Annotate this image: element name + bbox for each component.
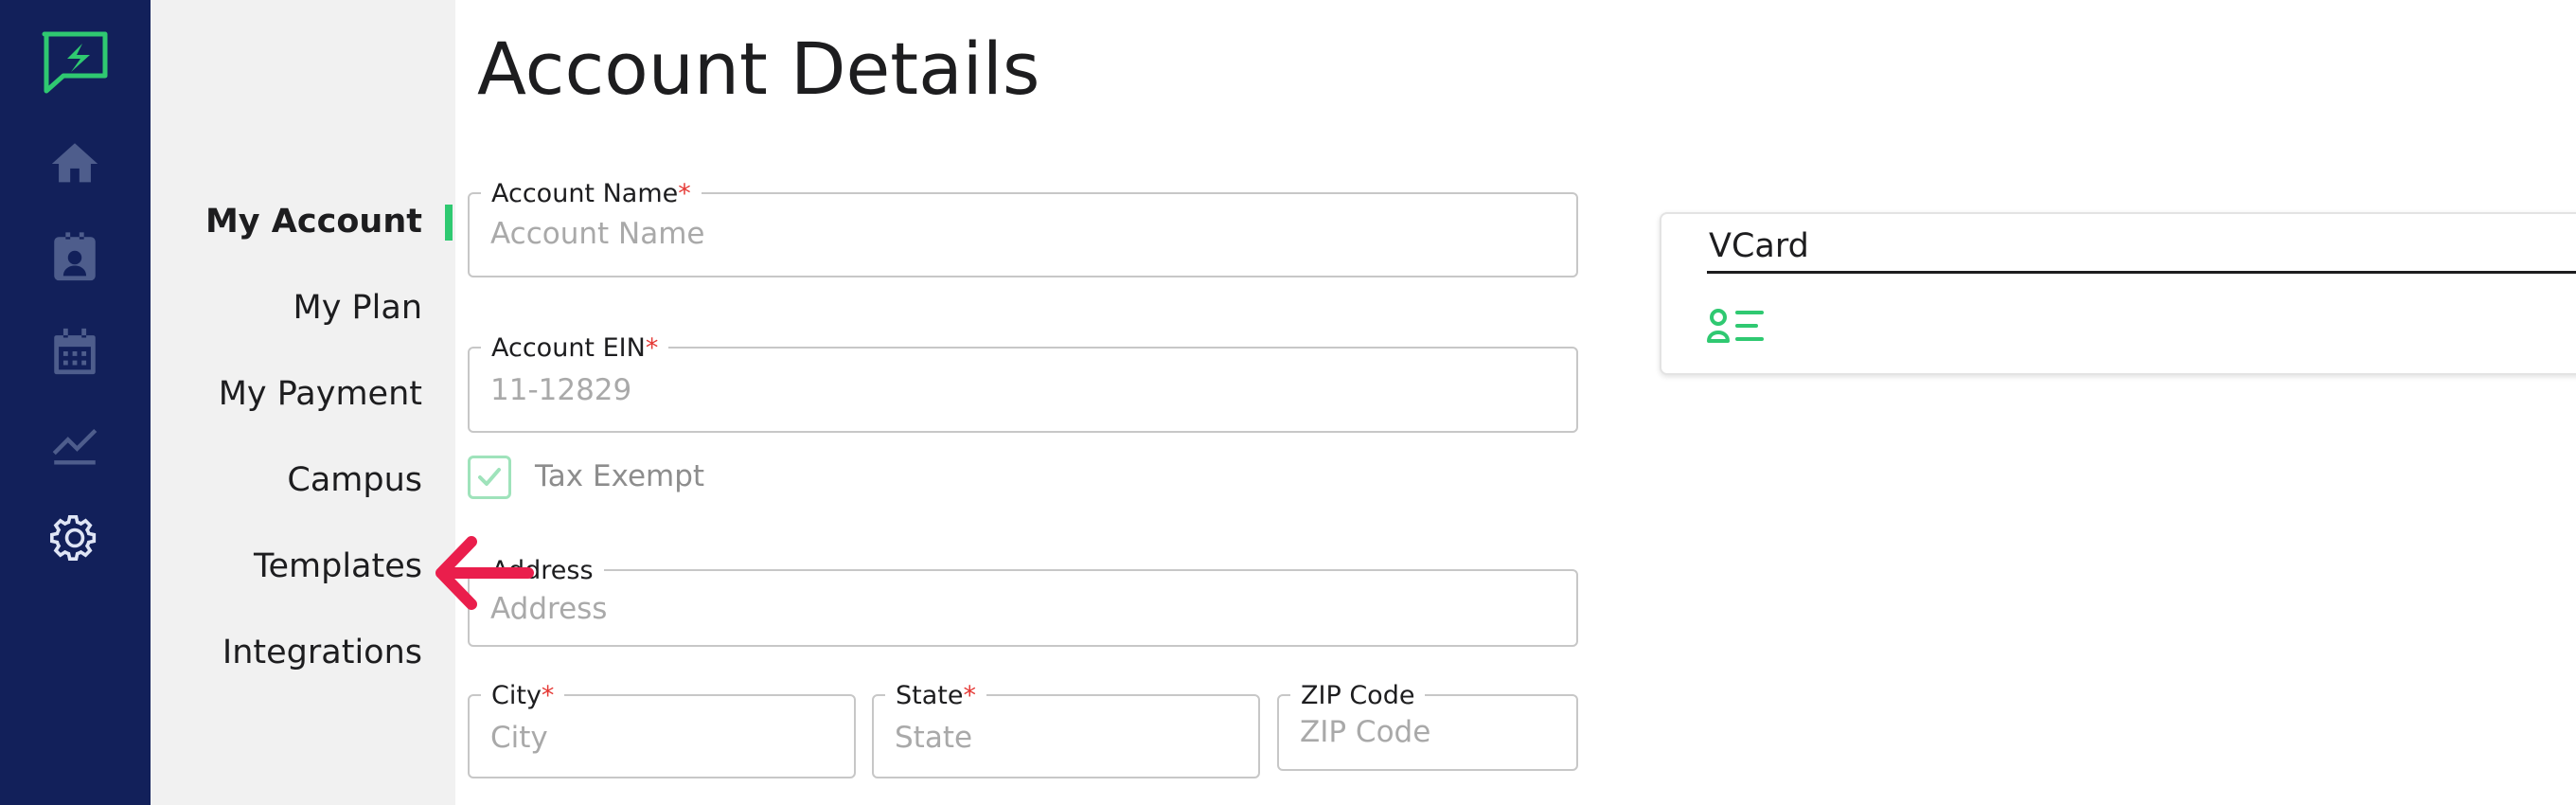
check-icon xyxy=(478,468,501,486)
active-menu-indicator xyxy=(445,205,453,241)
zip-code-field: ZIP Code xyxy=(1277,680,1578,771)
state-label: State* xyxy=(885,680,986,712)
required-marker: * xyxy=(963,681,976,710)
city-field: City* xyxy=(468,680,856,778)
required-marker: * xyxy=(678,179,691,208)
icon-rail xyxy=(0,0,151,805)
account-ein-input[interactable] xyxy=(470,369,1576,411)
state-input[interactable] xyxy=(874,717,1258,759)
menu-item-my-account[interactable]: My Account xyxy=(205,203,422,241)
account-name-input[interactable] xyxy=(470,213,1576,255)
contact-card-icon[interactable] xyxy=(1707,307,1766,345)
chat-bolt-logo-icon[interactable] xyxy=(39,28,111,97)
menu-item-templates[interactable]: Templates xyxy=(254,547,422,585)
address-input[interactable] xyxy=(470,588,1576,630)
address-field: Address xyxy=(468,555,1578,647)
city-input[interactable] xyxy=(470,717,854,759)
zip-code-input[interactable] xyxy=(1279,711,1576,753)
gear-icon[interactable] xyxy=(47,510,102,565)
menu-item-integrations[interactable]: Integrations xyxy=(222,634,422,671)
menu-item-my-payment[interactable]: My Payment xyxy=(219,375,422,413)
analytics-icon[interactable] xyxy=(47,417,102,472)
home-icon[interactable] xyxy=(47,136,102,191)
city-label: City* xyxy=(481,680,565,712)
page-title: Account Details xyxy=(477,27,1040,111)
required-marker: * xyxy=(541,681,555,710)
tax-exempt-label: Tax Exempt xyxy=(535,459,705,493)
account-name-label: Account Name* xyxy=(481,178,702,210)
menu-item-campus[interactable]: Campus xyxy=(287,461,422,499)
menu-item-my-plan[interactable]: My Plan xyxy=(293,289,423,327)
required-marker: * xyxy=(645,333,659,363)
contacts-icon[interactable] xyxy=(47,230,102,285)
settings-submenu: My Account My Plan My Payment Campus Tem… xyxy=(151,0,455,805)
tax-exempt-checkbox[interactable] xyxy=(468,456,511,499)
vcard-title: VCard xyxy=(1709,227,1809,265)
calendar-icon[interactable] xyxy=(47,324,102,379)
account-ein-field: Account EIN* xyxy=(468,332,1578,433)
account-ein-label: Account EIN* xyxy=(481,332,669,365)
account-name-field: Account Name* xyxy=(468,178,1578,277)
zip-code-label: ZIP Code xyxy=(1290,680,1426,712)
vcard-divider xyxy=(1707,271,2576,274)
vcard-panel: VCard xyxy=(1660,212,2576,375)
state-field: State* xyxy=(872,680,1260,778)
arrow-left-icon xyxy=(434,532,536,614)
